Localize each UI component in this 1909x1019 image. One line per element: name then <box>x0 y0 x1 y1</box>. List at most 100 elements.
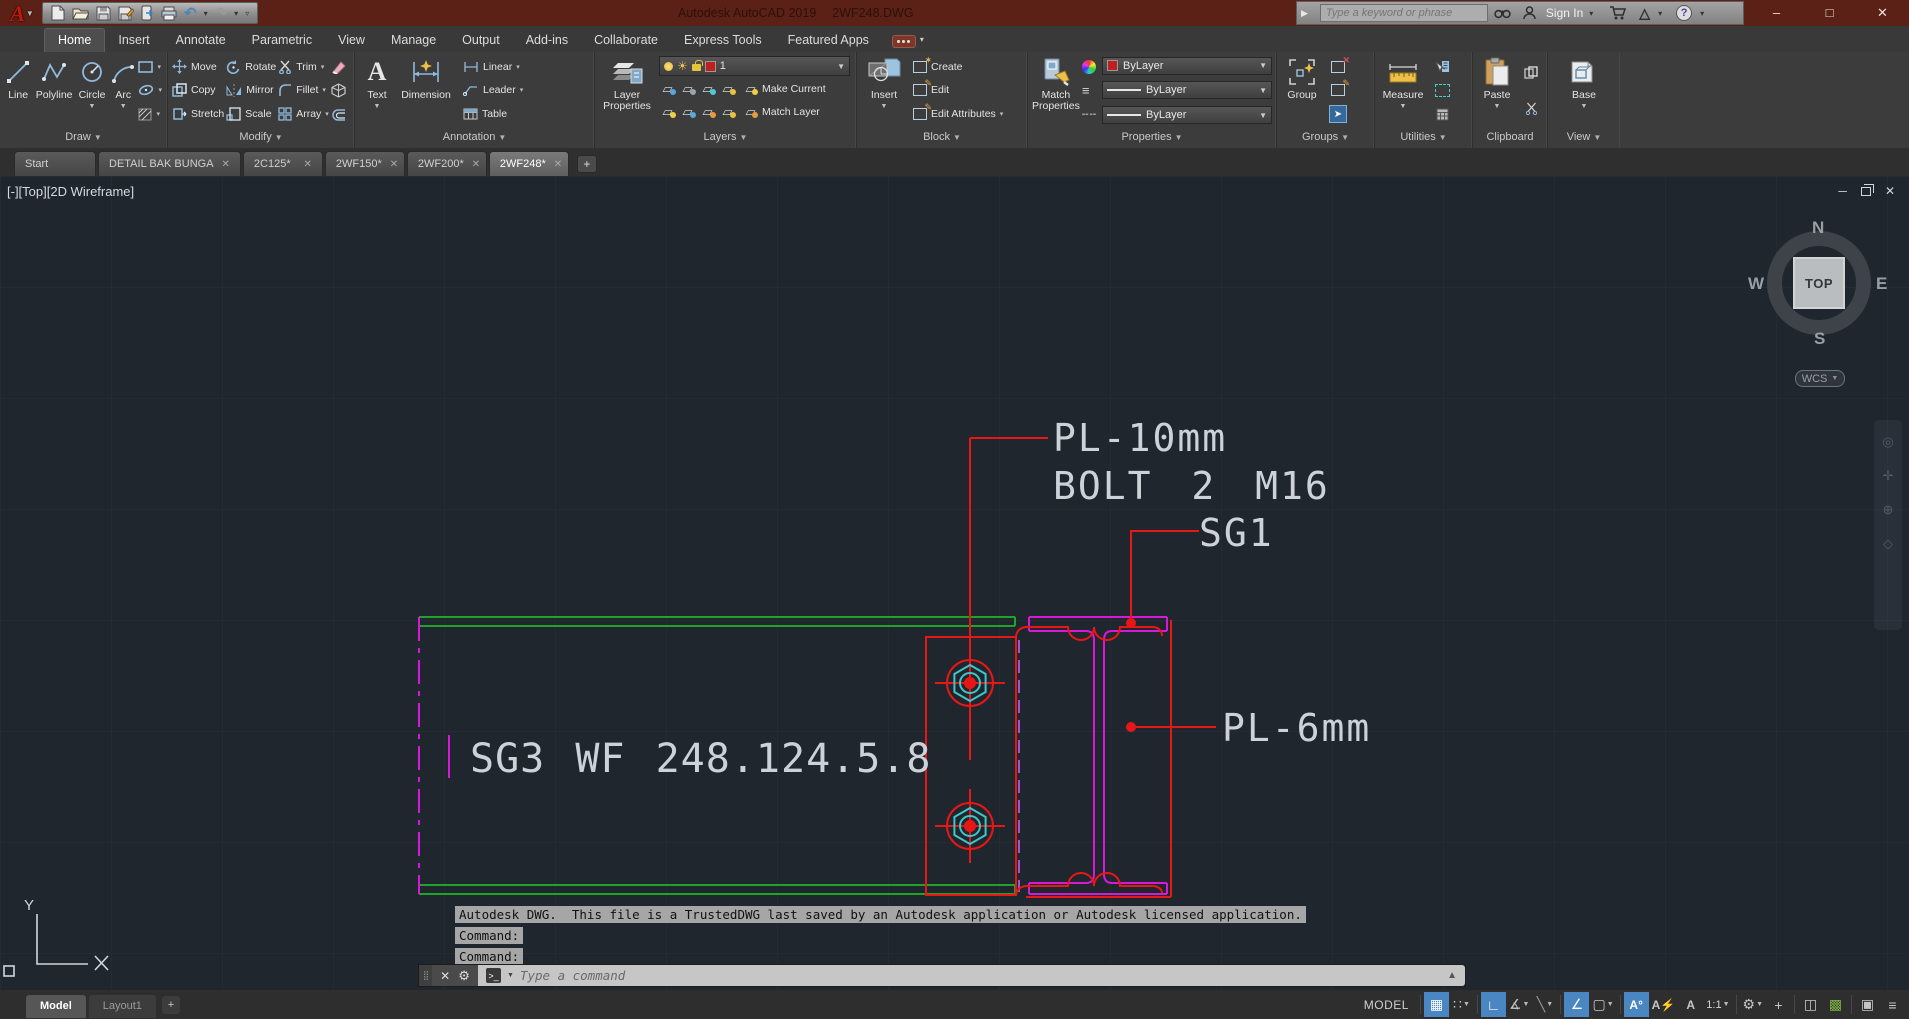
command-bar-grip[interactable]: ⣿ <box>419 965 432 986</box>
minimize-button[interactable]: – <box>1750 0 1803 26</box>
file-tab-2wf150[interactable]: 2WF150* ✕ <box>324 151 405 176</box>
match-properties-button[interactable]: Match Properties <box>1032 54 1080 127</box>
tab-express-tools[interactable]: Express Tools <box>671 29 775 52</box>
layer-previous-icon[interactable]: ▱ <box>679 105 696 118</box>
viewcube-top-face[interactable]: TOP <box>1793 257 1845 309</box>
group-selection-toggle[interactable]: ➤ <box>1329 104 1347 125</box>
file-tab-start[interactable]: Start <box>14 151 96 176</box>
recent-commands-icon[interactable]: ▼ <box>507 972 514 979</box>
maximize-button[interactable]: □ <box>1803 0 1856 26</box>
ellipse-button[interactable]: ▾ <box>138 80 163 101</box>
navigation-bar[interactable]: ◎ ✛ ⊕ ◇ <box>1874 420 1902 630</box>
edit-block-button[interactable]: Edit <box>913 78 1003 101</box>
stretch-button[interactable]: Stretch <box>172 104 224 125</box>
ortho-toggle[interactable]: ∟ <box>1480 992 1506 1017</box>
panel-label-utilities[interactable]: Utilities ▼ <box>1375 129 1472 148</box>
viewport-close-icon[interactable]: ✕ <box>1885 184 1895 198</box>
layer-thaw-icon[interactable]: ☀ <box>677 60 688 72</box>
layout1-tab[interactable]: Layout1 <box>88 994 156 1018</box>
copy-clip-icon[interactable] <box>1524 62 1538 83</box>
file-tab-detail-bak-bunga[interactable]: DETAIL BAK BUNGA ✕ <box>98 151 241 176</box>
quick-select-icon[interactable] <box>1435 56 1450 77</box>
panel-label-block[interactable]: Block ▼ <box>857 129 1027 148</box>
tab-featured-apps[interactable]: Featured Apps <box>775 29 882 52</box>
undo-dropdown-icon[interactable]: ▾ <box>204 9 208 18</box>
lineweight-combo[interactable]: ByLayer ▼ <box>1102 81 1272 100</box>
group-button[interactable]: Group <box>1281 54 1323 127</box>
paste-dropdown-icon[interactable]: ▼ <box>1494 103 1501 110</box>
sign-in-button[interactable]: Sign In <box>1542 6 1587 20</box>
trim-button[interactable]: Trim ▾ <box>278 56 329 77</box>
layer-unlock-icon[interactable] <box>691 60 703 71</box>
a360-icon[interactable]: △ <box>1633 1 1656 25</box>
viewport-minimize-icon[interactable]: ─ <box>1838 184 1847 198</box>
viewcube-west[interactable]: W <box>1748 274 1764 294</box>
file-tab-2wf248[interactable]: 2WF248* ✕ <box>488 151 569 176</box>
ungroup-icon[interactable] <box>1331 55 1350 77</box>
tab-insert[interactable]: Insert <box>105 29 162 52</box>
text-button[interactable]: A Text ▼ <box>359 54 395 127</box>
command-customize-icon[interactable]: ⚙ <box>458 968 470 984</box>
model-space-badge[interactable]: MODEL <box>1364 998 1409 1012</box>
measure-button[interactable]: Measure ▼ <box>1379 54 1427 127</box>
table-button[interactable]: Table <box>463 104 523 125</box>
redo-icon[interactable]: ↷ <box>215 6 228 21</box>
layer-unlock2-icon[interactable]: ▱ <box>719 105 736 118</box>
clean-screen-icon[interactable]: ▣ <box>1855 992 1880 1017</box>
viewport-restore-icon[interactable] <box>1860 183 1874 196</box>
leader-button[interactable]: Leader ▾ <box>463 80 523 101</box>
ribbon-options-dropdown-icon[interactable]: ▾ <box>920 35 924 44</box>
infocenter-collapse-icon[interactable]: ▶ <box>1297 8 1312 19</box>
model-tab[interactable]: Model <box>26 994 86 1018</box>
panel-label-annotation[interactable]: Annotation ▼ <box>355 129 594 148</box>
isometric-drafting-toggle[interactable]: ╲ ▼ <box>1532 992 1557 1017</box>
new-drawing-tab-button[interactable]: + <box>576 155 597 173</box>
isolate-objects-icon[interactable]: ◫ <box>1798 992 1823 1017</box>
panel-label-draw[interactable]: Draw ▼ <box>0 129 167 148</box>
cut-clip-icon[interactable] <box>1525 98 1538 119</box>
hatch-button[interactable]: ▾ <box>138 104 163 125</box>
command-close-icon[interactable]: ✕ <box>440 969 450 983</box>
close-icon[interactable]: ✕ <box>554 159 562 170</box>
offset-icon[interactable] <box>331 104 350 125</box>
arc-dropdown-icon[interactable]: ▼ <box>120 103 127 110</box>
open-file-icon[interactable] <box>72 6 89 20</box>
panel-label-clipboard[interactable]: Clipboard <box>1473 129 1547 148</box>
zoom-icon[interactable]: ⊕ <box>1883 502 1894 518</box>
panel-label-modify[interactable]: Modify ▼ <box>168 129 354 148</box>
tab-collaborate[interactable]: Collaborate <box>581 29 671 52</box>
panel-label-view[interactable]: View ▼ <box>1548 129 1620 148</box>
close-icon[interactable]: ✕ <box>472 159 480 170</box>
rectangle-button[interactable]: ▾ <box>138 56 163 77</box>
user-icon[interactable] <box>1517 1 1542 25</box>
arc-button[interactable]: Arc ▼ <box>110 54 136 127</box>
app-menu-button[interactable]: A ▼ <box>5 0 39 27</box>
object-snap-toggle[interactable]: ▢ ▼ <box>1589 992 1616 1017</box>
fillet-button[interactable]: Fillet ▾ <box>278 80 329 101</box>
object-snap-tracking-toggle[interactable]: ∠ <box>1564 992 1590 1017</box>
make-current-button[interactable]: ▱ Make Current <box>743 78 826 99</box>
save-icon[interactable] <box>96 6 111 21</box>
store-cart-icon[interactable] <box>1603 1 1633 25</box>
close-button[interactable]: ✕ <box>1856 0 1909 26</box>
new-layout-button[interactable]: + <box>161 995 180 1014</box>
viewcube-north[interactable]: N <box>1812 218 1824 238</box>
tab-home[interactable]: Home <box>44 28 106 52</box>
hardware-acceleration-icon[interactable]: ▩ <box>1823 992 1848 1017</box>
insert-block-button[interactable]: Insert ▼ <box>861 54 907 127</box>
file-tab-2wf200[interactable]: 2WF200* ✕ <box>406 151 487 176</box>
group-edit-icon[interactable] <box>1331 78 1350 101</box>
panel-label-groups[interactable]: Groups ▼ <box>1277 129 1374 148</box>
close-icon[interactable]: ✕ <box>390 159 398 170</box>
create-block-button[interactable]: Create <box>913 55 1003 77</box>
circle-dropdown-icon[interactable]: ▼ <box>89 103 96 110</box>
workspace-gear-icon[interactable]: ⚙ ▼ <box>1740 992 1767 1017</box>
linear-dimension-button[interactable]: Linear ▾ <box>463 56 523 77</box>
annotation-scale-value[interactable]: 1:1 ▼ <box>1703 992 1732 1017</box>
edit-attributes-button[interactable]: Edit Attributes▾ <box>913 102 1003 125</box>
new-file-icon[interactable] <box>51 5 65 21</box>
polyline-button[interactable]: Polyline <box>34 54 74 127</box>
orbit-icon[interactable]: ◇ <box>1883 536 1893 552</box>
tab-manage[interactable]: Manage <box>378 29 449 52</box>
line-button[interactable]: Line <box>4 54 32 127</box>
